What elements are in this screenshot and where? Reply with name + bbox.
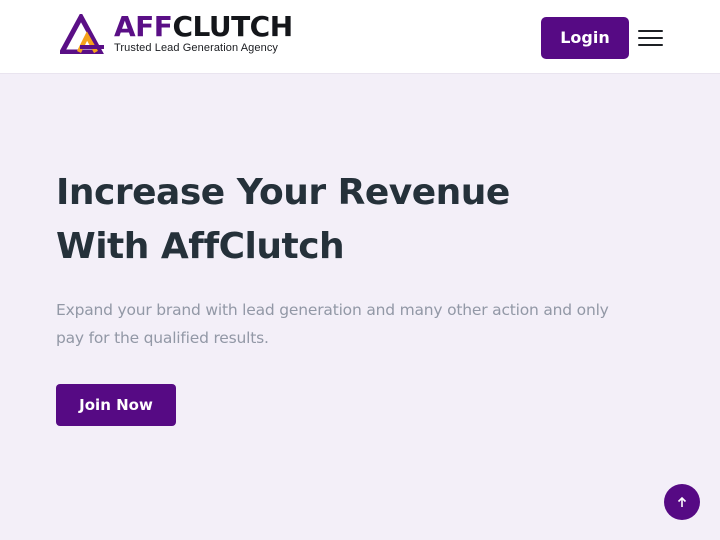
brand-name: AFFCLUTCH: [114, 10, 293, 43]
join-now-button[interactable]: Join Now: [56, 384, 176, 426]
hero-description-line: pay for the qualified results.: [56, 329, 269, 347]
scroll-to-top-button[interactable]: [664, 484, 700, 520]
hero-title-line: Increase Your Revenue: [56, 172, 510, 213]
logo-triangle-icon: [60, 14, 104, 54]
brand-tagline: Trusted Lead Generation Agency: [114, 42, 279, 54]
brand-logo[interactable]: AFFCLUTCH Trusted Lead Generation Agency: [60, 10, 295, 58]
arrow-up-icon: [677, 496, 687, 507]
hero-description: Expand your brand with lead generation a…: [56, 296, 656, 352]
hamburger-menu-icon[interactable]: [638, 26, 665, 50]
hero-title-line: With AffClutch: [56, 226, 345, 267]
site-header: AFFCLUTCH Trusted Lead Generation Agency…: [0, 0, 720, 74]
hero-title: Increase Your Revenue With AffClutch: [56, 166, 656, 274]
login-button[interactable]: Login: [541, 17, 629, 59]
hero-description-line: Expand your brand with lead generation a…: [56, 301, 609, 319]
